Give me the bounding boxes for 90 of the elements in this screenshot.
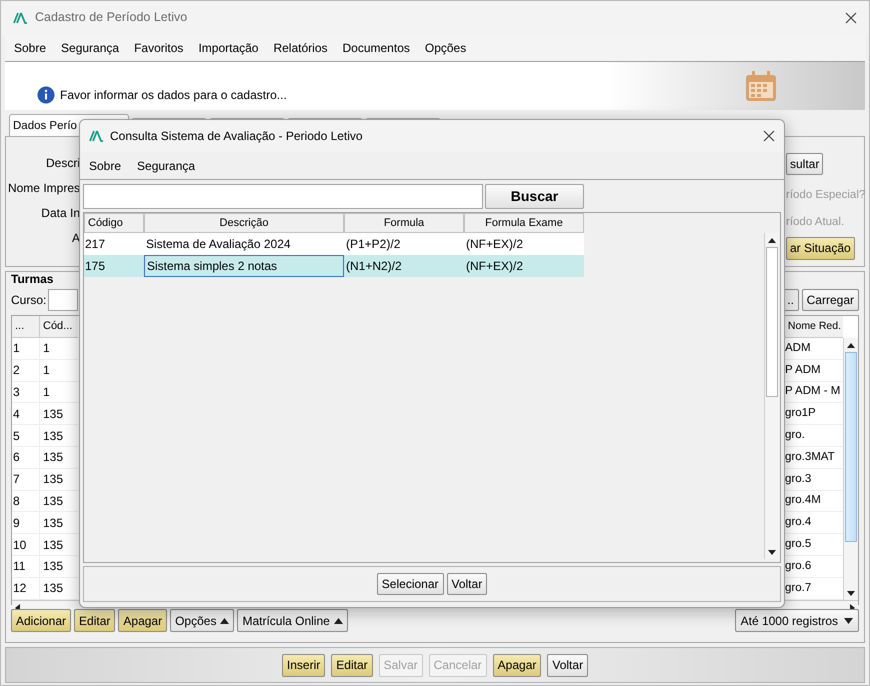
arrow-up-icon[interactable]: [847, 342, 855, 348]
column-header[interactable]: Código: [84, 213, 144, 233]
form-label: Descri: [46, 155, 80, 171]
load-button[interactable]: Carregar: [802, 289, 859, 311]
table-cell: 1: [12, 338, 40, 359]
table-cell-text: 135: [42, 536, 64, 554]
table-cell-text: 135: [42, 449, 64, 466]
consult-button[interactable]: sultar: [786, 153, 824, 175]
table-cell-text: 135: [42, 514, 64, 532]
column-header[interactable]: Cód...: [40, 316, 78, 338]
caret-up-icon: [334, 618, 343, 624]
info-message: Favor informar os dados para o cadastro...: [60, 87, 287, 104]
table-cell-text: 1: [42, 340, 51, 358]
search-button[interactable]: Buscar: [485, 184, 584, 209]
table-cell-text: 135: [42, 471, 64, 488]
menu-item[interactable]: Sobre: [89, 156, 122, 174]
calendar-icon: [745, 70, 777, 102]
vertical-scrollbar[interactable]: [764, 233, 779, 559]
menu-item[interactable]: Documentos: [342, 38, 410, 56]
table-cell: 2: [12, 360, 40, 381]
window-title: Cadastro de Período Letivo: [35, 9, 188, 26]
records-dropdown[interactable]: Até 1000 registros: [734, 609, 859, 632]
footer-button[interactable]: Editar: [331, 654, 373, 676]
column-header[interactable]: Nome Red.: [785, 316, 843, 338]
table-cell: Sistema simples 2 notas: [144, 255, 344, 277]
action-button[interactable]: Editar: [74, 609, 116, 632]
course-label: Curso:: [11, 292, 46, 309]
table-cell: 6: [12, 446, 40, 468]
table-cell: 5: [12, 425, 40, 446]
action-button[interactable]: Opções: [170, 609, 234, 632]
column-header[interactable]: Formula Exame: [464, 213, 584, 233]
dialog-button[interactable]: Selecionar: [376, 573, 444, 595]
table-cell-text: 135: [42, 428, 64, 445]
form-label: Nome Impres: [8, 180, 80, 196]
table-cell-text: 217: [84, 236, 106, 253]
table-cell-text: Sistema de Avaliação 2024: [145, 236, 292, 253]
action-button[interactable]: Matrícula Online: [237, 609, 348, 632]
menu-item[interactable]: Importação: [198, 38, 258, 56]
caret-up-icon: [220, 618, 230, 624]
arrow-down-icon[interactable]: [847, 590, 855, 596]
table-cell: 8: [12, 490, 40, 512]
menu-item[interactable]: Segurança: [61, 38, 120, 56]
table-cell-text: 135: [42, 492, 64, 510]
menu-item[interactable]: Opções: [424, 38, 466, 56]
table-cell-text: (NF+EX)/2: [465, 236, 524, 253]
caret-down-icon: [844, 618, 853, 624]
table-cell: 4: [12, 403, 40, 424]
table-cell-text: 135: [42, 580, 64, 598]
table-cell: 11: [12, 556, 40, 577]
current-period-label: ríodo Atual.: [786, 215, 844, 230]
menu-item[interactable]: Segurança: [137, 156, 196, 174]
table-cell: 7: [12, 468, 40, 490]
result-row[interactable]: 175 Sistema simples 2 notas (N1+N2)/2 (NF+EX)/2: [84, 255, 584, 277]
search-field[interactable]: [83, 184, 483, 209]
info-icon: [37, 86, 55, 104]
menu-item[interactable]: Sobre: [14, 38, 46, 56]
table-cell: 10: [12, 534, 40, 555]
column-header[interactable]: Descrição: [144, 213, 344, 233]
action-button[interactable]: Adicionar: [11, 609, 72, 632]
close-icon[interactable]: [763, 130, 775, 142]
dialog-button[interactable]: Voltar: [446, 573, 488, 595]
action-button[interactable]: Apagar: [118, 609, 168, 632]
column-header[interactable]: Formula: [344, 213, 464, 233]
table-cell: 12: [12, 578, 40, 599]
footer-button[interactable]: Apagar: [492, 654, 542, 676]
arrow-up-icon[interactable]: [768, 238, 776, 242]
table-cell-text: 1: [42, 362, 51, 380]
column-header[interactable]: ...: [12, 316, 40, 338]
table-cell: 9: [12, 512, 40, 534]
course-field[interactable]: [48, 289, 78, 311]
table-cell-text: 135: [42, 406, 64, 423]
table-cell-text: 135: [42, 558, 64, 576]
table-cell-text: (N1+N2)/2: [345, 258, 403, 275]
app-logo-icon: [13, 12, 27, 24]
menu-item[interactable]: Relatórios: [273, 38, 328, 56]
table-cell: 3: [12, 382, 40, 402]
table-cell-text: (P1+P2)/2: [345, 236, 402, 253]
arrow-down-icon[interactable]: [768, 550, 776, 554]
menu-item[interactable]: Favoritos: [134, 38, 184, 56]
situation-button[interactable]: ar Situação: [786, 236, 855, 260]
footer-button[interactable]: Inserir: [282, 654, 326, 676]
result-row[interactable]: 217 Sistema de Avaliação 2024 (P1+P2)/2 (NF+EX)/2: [84, 233, 584, 255]
footer-button[interactable]: Voltar: [547, 654, 588, 676]
group-title: Turmas: [11, 272, 54, 286]
vertical-scrollbar[interactable]: [843, 338, 858, 600]
table-cell-text: 1: [42, 384, 51, 401]
app-logo-icon: [89, 130, 103, 142]
table-cell-text: (NF+EX)/2: [465, 258, 524, 275]
table-cell-text: 175: [84, 258, 106, 275]
close-icon[interactable]: [845, 12, 857, 24]
